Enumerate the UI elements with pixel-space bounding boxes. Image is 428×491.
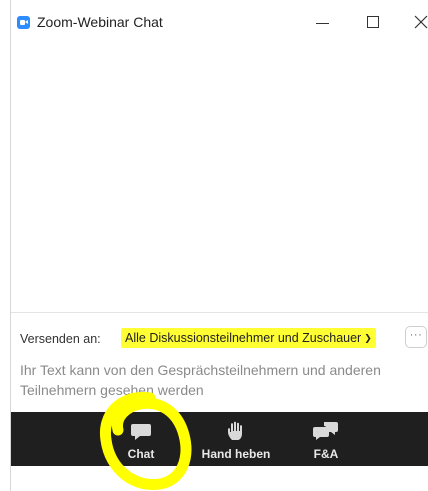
close-icon [414, 15, 428, 29]
window-title: Zoom-Webinar Chat [37, 14, 163, 30]
raise-hand-label: Hand heben [201, 447, 271, 461]
divider [11, 312, 428, 313]
minimize-button[interactable] [311, 10, 335, 34]
chat-bubble-icon [131, 424, 151, 440]
chat-button[interactable]: Chat [116, 412, 166, 466]
recipient-selected-value: Alle Diskussionsteilnehmer und Zuschauer [125, 331, 362, 345]
qa-button-label: F&A [313, 447, 339, 461]
page: Zoom-Webinar Chat Versenden an: Alle Dis… [0, 0, 428, 491]
chevron-down-icon: ❯ [364, 333, 372, 343]
chat-button-label: Chat [127, 447, 155, 461]
minimize-icon [316, 23, 329, 24]
message-input[interactable]: Ihr Text kann von den Gesprächsteilnehme… [20, 360, 420, 400]
close-button[interactable] [409, 10, 428, 34]
raise-hand-icon [228, 421, 242, 440]
webinar-toolbar: Chat Hand heben F&A [11, 412, 428, 466]
send-to-row: Versenden an: Alle Diskussionsteilnehmer… [11, 324, 428, 354]
more-options-button[interactable]: ··· [405, 326, 427, 348]
message-input-placeholder: Ihr Text kann von den Gesprächsteilnehme… [20, 362, 381, 398]
zoom-icon [17, 16, 30, 29]
maximize-button[interactable] [361, 10, 385, 34]
raise-hand-button[interactable]: Hand heben [191, 412, 281, 466]
send-to-label: Versenden an: [20, 332, 101, 346]
recipient-dropdown[interactable]: Alle Diskussionsteilnehmer und Zuschauer… [121, 328, 376, 348]
zoom-chat-window: Zoom-Webinar Chat Versenden an: Alle Dis… [10, 0, 428, 491]
qa-button[interactable]: F&A [301, 412, 351, 466]
qa-bubbles-icon [313, 422, 338, 440]
title-bar: Zoom-Webinar Chat [11, 0, 428, 40]
maximize-icon [367, 16, 379, 28]
chat-messages-area[interactable] [11, 40, 428, 312]
